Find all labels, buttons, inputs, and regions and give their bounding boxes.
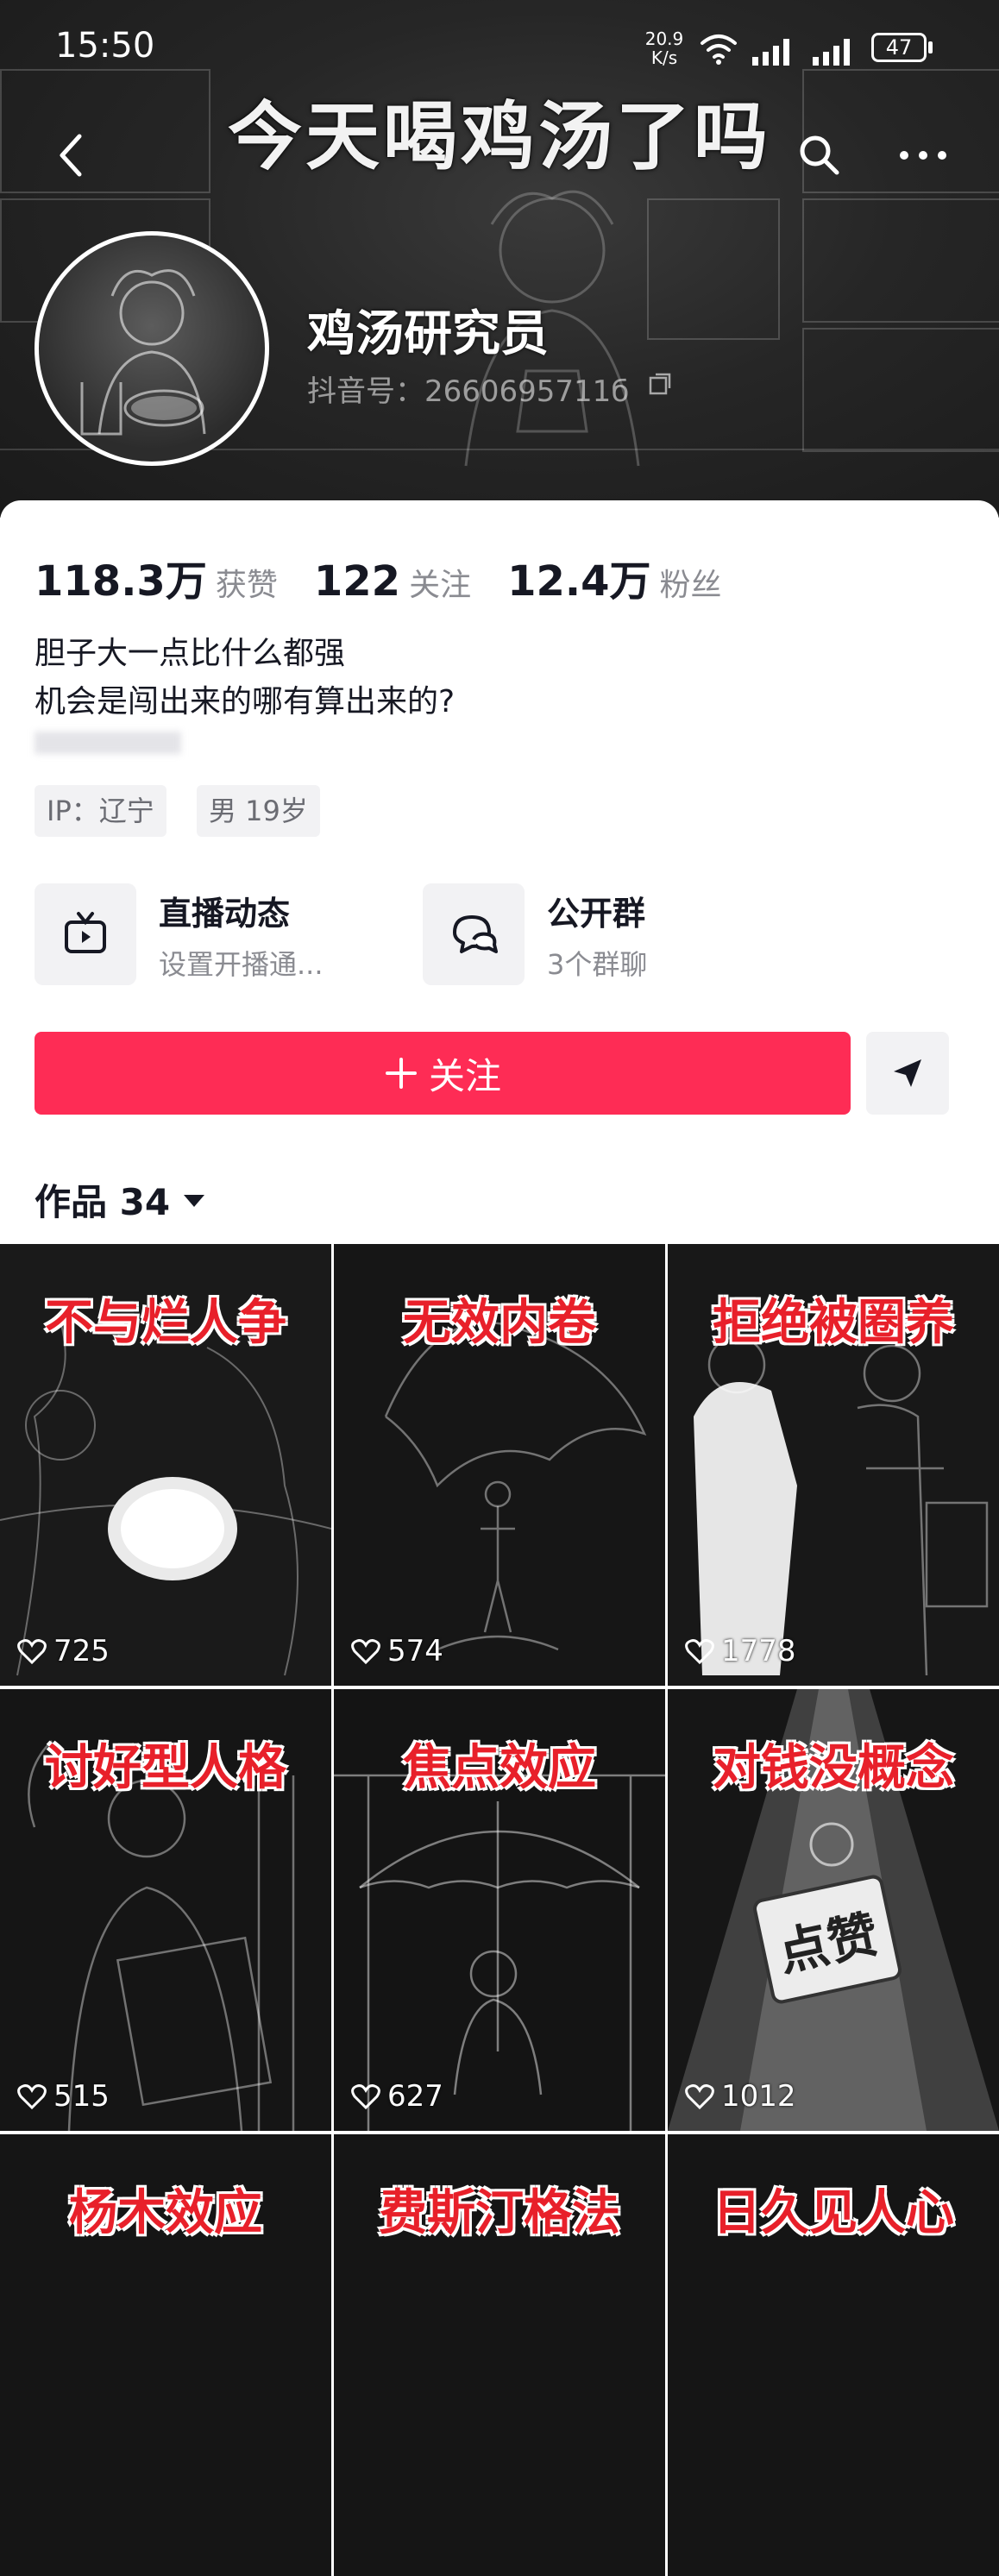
avatar-sketch (80, 269, 206, 436)
video-grid: 不与烂人争 725 无效内卷 574 拒绝被圈养 1778 讨好型人格 515 … (0, 1244, 999, 2576)
video-tile[interactable]: 费斯汀格法 (334, 2134, 665, 2576)
stat-likes-label: 获赞 (215, 568, 278, 603)
live-entry[interactable]: 直播动态 设置开播通... (35, 883, 324, 985)
copy-icon[interactable] (647, 371, 673, 397)
works-tab[interactable]: 作品 34 (35, 1173, 206, 1226)
shelf-decoration (802, 328, 999, 452)
shelf-decoration (802, 198, 999, 323)
video-tile[interactable]: 点赞 对钱没概念 1012 (668, 1689, 999, 2131)
signal-icon-1 (752, 39, 789, 66)
follow-button[interactable]: 关注 (35, 1032, 851, 1115)
profile-info-panel (0, 500, 999, 1260)
battery-icon: 47 (871, 33, 927, 62)
battery-level: 47 (885, 35, 913, 60)
video-tile[interactable]: 无效内卷 574 (334, 1244, 665, 1686)
video-title: 日久见人心 (713, 2185, 954, 2241)
video-likes: 1012 (685, 2079, 796, 2114)
works-label: 作品 34 (35, 1181, 171, 1223)
avatar[interactable] (35, 231, 269, 466)
banner-title: 今天喝鸡汤了吗 (228, 94, 771, 180)
battery-tip (928, 41, 933, 53)
video-title: 拒绝被圈养 (713, 1295, 954, 1351)
heart-icon (17, 2084, 47, 2109)
stat-followers-label: 粉丝 (659, 568, 722, 603)
video-like-count: 725 (53, 1634, 110, 1668)
video-title: 讨好型人格 (45, 1740, 286, 1796)
group-entry-subtitle: 3个群聊 (547, 947, 648, 981)
live-entry-subtitle: 设置开播通... (159, 947, 324, 981)
video-likes: 725 (17, 1634, 110, 1668)
video-tile[interactable]: 杨木效应 (0, 2134, 331, 2576)
stat-following-label: 关注 (409, 568, 472, 603)
group-entry[interactable]: 公开群 3个群聊 (423, 883, 647, 985)
stats-row: 118.3万 获赞 122 关注 12.4万 粉丝 (35, 547, 722, 607)
video-likes: 627 (351, 2079, 443, 2114)
video-like-count: 515 (53, 2079, 110, 2114)
video-title: 杨木效应 (69, 2185, 262, 2241)
heart-icon (685, 1639, 714, 1664)
chat-bubble-icon (423, 883, 525, 985)
video-tile[interactable]: 不与烂人争 725 (0, 1244, 331, 1686)
more-icon[interactable] (897, 147, 949, 164)
network-speed: 20.9 K/s (642, 29, 687, 67)
video-tile[interactable]: 日久见人心 (668, 2134, 999, 2576)
heart-icon (351, 1639, 380, 1664)
video-title: 不与烂人争 (45, 1295, 286, 1351)
video-like-count: 574 (387, 1634, 443, 1668)
live-entry-title: 直播动态 (159, 894, 291, 933)
plus-icon (385, 1058, 417, 1089)
bio: 胆子大一点比什么都强 机会是闯出来的哪有算出来的? (35, 630, 455, 726)
stat-followers-value: 12.4万 (507, 557, 651, 606)
heart-icon (17, 1639, 47, 1664)
video-tile[interactable]: 拒绝被圈养 1778 (668, 1244, 999, 1686)
search-icon[interactable] (795, 131, 844, 179)
caret-down-icon (184, 1194, 205, 1207)
nickname: 鸡汤研究员 (307, 306, 549, 362)
video-like-count: 627 (387, 2079, 443, 2114)
network-speed-unit: K/s (650, 47, 678, 68)
video-title: 对钱没概念 (713, 1740, 954, 1796)
video-title: 费斯汀格法 (379, 2185, 620, 2241)
follow-button-label: 关注 (428, 1054, 501, 1097)
video-likes: 574 (351, 1634, 443, 1668)
stat-likes[interactable]: 118.3万 获赞 (35, 547, 278, 607)
stat-followers[interactable]: 12.4万 粉丝 (507, 547, 721, 607)
blurred-text (35, 732, 181, 754)
network-speed-value: 20.9 (644, 28, 684, 49)
video-like-count: 1012 (721, 2079, 796, 2114)
heart-icon (351, 2084, 380, 2109)
gender-age-tag: 男 19岁 (197, 785, 320, 837)
video-title: 无效内卷 (403, 1295, 596, 1351)
signal-icon-2 (813, 39, 850, 66)
group-entry-title: 公开群 (547, 894, 646, 933)
stat-following[interactable]: 122 关注 (314, 557, 471, 606)
video-title: 焦点效应 (403, 1740, 596, 1796)
stat-following-value: 122 (313, 557, 401, 606)
video-likes: 1778 (685, 1634, 796, 1668)
bio-line-2: 机会是闯出来的哪有算出来的? (35, 684, 456, 719)
bio-line-1: 胆子大一点比什么都强 (35, 636, 346, 671)
status-time: 15:50 (55, 26, 155, 66)
share-button[interactable] (866, 1032, 949, 1115)
send-icon (894, 1059, 921, 1087)
stat-likes-value: 118.3万 (35, 557, 207, 606)
ip-tag: IP：辽宁 (35, 785, 166, 837)
video-tile[interactable]: 讨好型人格 515 (0, 1689, 331, 2131)
video-tile[interactable]: 焦点效应 627 (334, 1689, 665, 2131)
video-like-count: 1778 (721, 1634, 796, 1668)
video-likes: 515 (17, 2079, 110, 2114)
douyin-id: 抖音号：2660695711б (307, 374, 630, 409)
tv-icon (35, 883, 136, 985)
heart-icon (685, 2084, 714, 2109)
wifi-icon (701, 35, 737, 65)
